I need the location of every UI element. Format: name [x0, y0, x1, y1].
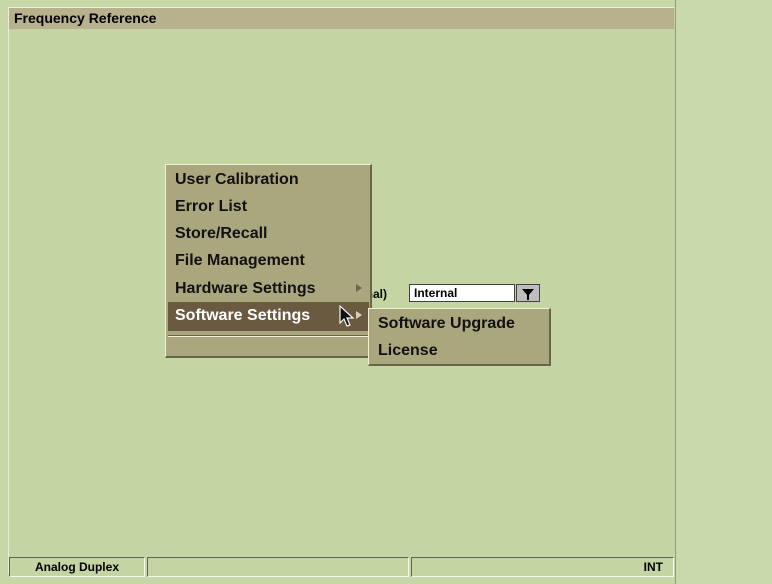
- submenu-item-label: Software Upgrade: [378, 315, 515, 332]
- status-message: [147, 557, 409, 577]
- reference-mode-value[interactable]: Internal: [409, 284, 515, 302]
- submenu-item-label: License: [378, 342, 438, 359]
- menu-item-file-management[interactable]: File Management: [168, 247, 369, 274]
- menu-item-error-list[interactable]: Error List: [168, 193, 369, 220]
- chevron-down-icon-stem: [527, 295, 529, 300]
- status-bar: Analog Duplex INT: [9, 557, 674, 578]
- context-menu: User Calibration Error List Store/Recall…: [165, 164, 372, 358]
- menu-item-label: Software Settings: [175, 307, 311, 324]
- application-screen: Frequency Reference rnal) Internal User …: [0, 0, 772, 584]
- right-side-panel: [676, 0, 772, 584]
- status-mode: Analog Duplex: [9, 557, 145, 577]
- submenu-item-license[interactable]: License: [371, 338, 547, 363]
- menu-item-hardware-settings[interactable]: Hardware Settings: [168, 275, 369, 302]
- software-settings-submenu: Software Upgrade License: [368, 308, 551, 366]
- submenu-item-software-upgrade[interactable]: Software Upgrade: [371, 311, 547, 336]
- reference-mode-dropdown[interactable]: Internal: [409, 284, 540, 302]
- menu-item-label: Store/Recall: [175, 225, 268, 242]
- status-reference: INT: [411, 557, 674, 577]
- menu-item-label: User Calibration: [175, 171, 299, 188]
- menu-item-label: Error List: [175, 198, 248, 215]
- mouse-pointer-icon: [339, 305, 355, 327]
- menu-item-label: File Management: [175, 252, 305, 269]
- menu-item-user-calibration[interactable]: User Calibration: [168, 166, 369, 193]
- menu-separator: [168, 335, 369, 336]
- menu-item-store-recall[interactable]: Store/Recall: [168, 220, 369, 247]
- window-title: Frequency Reference: [9, 8, 674, 29]
- dropdown-button[interactable]: [516, 284, 540, 302]
- submenu-arrow-icon: [356, 284, 362, 292]
- menu-item-label: Hardware Settings: [175, 280, 316, 297]
- submenu-arrow-icon: [356, 311, 362, 319]
